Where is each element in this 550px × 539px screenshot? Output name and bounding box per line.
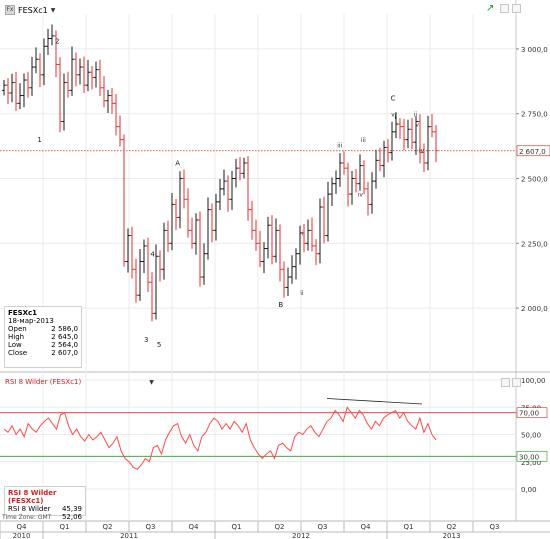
wave-label-minor: ii	[300, 290, 304, 297]
quarter-label: Q1	[60, 523, 70, 531]
timezone-label: Time Zone: GMT	[2, 514, 52, 521]
wave-label: 4	[150, 250, 155, 258]
wave-label: B	[278, 301, 283, 309]
wave-label-minor: iii	[337, 142, 342, 149]
info-row: High 2 645,0	[8, 333, 78, 341]
wave-label: A	[175, 160, 180, 168]
symbol-label: FESXc1	[18, 5, 48, 15]
wave-label: 3	[144, 336, 148, 344]
wave-label-minor: iv	[419, 148, 425, 155]
rsi-info-title: RSI 8 Wilder (FESXc1)	[8, 489, 57, 505]
quarter-label: Q3	[318, 523, 328, 531]
quarter-label: Q1	[404, 523, 414, 531]
wave-label-minor: ii	[414, 111, 418, 118]
chart-canvas[interactable]: 12345ABCiiiiiiivv i iiiiiivv 3 000,02 750,…	[0, 0, 550, 539]
wave-label-minor: v	[415, 122, 419, 129]
price-panel[interactable]	[0, 0, 550, 372]
price-axis-tick-label: 2 500,0	[521, 176, 548, 184]
panel-restore-icon[interactable]	[512, 378, 521, 387]
price-axis-tick-label: 3 000,0	[521, 46, 548, 54]
quarter-label: Q4	[361, 523, 372, 531]
quarter-label: Q2	[447, 523, 457, 531]
price-axis-panel	[516, 0, 550, 372]
rsi-axis-tick-label: 0,00	[521, 486, 537, 494]
chevron-down-icon[interactable]: ▼	[149, 379, 154, 386]
live-update-icon[interactable]: ↗	[486, 3, 494, 14]
chevron-down-icon[interactable]: ▼	[51, 7, 56, 14]
panel-maximize-icon[interactable]	[501, 378, 510, 387]
info-date: 18-мар-2013	[8, 317, 54, 325]
rsi-header[interactable]: RSI 8 Wilder (FESXc1) ▼	[5, 378, 154, 386]
rsi-info-panel: RSI 8 Wilder (FESXc1) RSI 8 Wilder 45,39 …	[4, 486, 86, 521]
rsi-trendline	[326, 398, 423, 405]
quarter-label: Q2	[103, 523, 113, 531]
year-label: 2010	[13, 532, 31, 539]
year-label: 2012	[292, 532, 310, 539]
rsi-header-label: RSI 8 Wilder (FESXc1)	[5, 378, 82, 386]
quarter-label: Q3	[146, 523, 156, 531]
quarter-label: Q3	[490, 523, 500, 531]
quarter-label: Q2	[275, 523, 285, 531]
quarter-label: Q1	[232, 523, 242, 531]
wave-label-minor: iii	[361, 137, 366, 144]
symbol-selector[interactable]: Fx FESXc1 ▼	[5, 4, 55, 16]
wave-label: 1	[37, 136, 41, 144]
price-axis-tick-label: 2 250,0	[521, 240, 548, 248]
year-label: 2011	[120, 532, 138, 539]
wave-label-minor: iv	[358, 192, 364, 199]
ohlc-info-panel: FESXc1 18-мар-2013 Open 2 586,0 High 2 645…	[4, 306, 82, 368]
time-axis: Q4 Q1 Q2 Q3 Q4 Q1 Q2 Q3 Q4 Q1 Q2 Q3 2010 2011 2012 2013	[0, 521, 550, 539]
rsi-info-row: RSI 8 Wilder 45,39	[8, 505, 82, 513]
wave-label: C	[391, 95, 396, 103]
info-row: Low 2 564,0	[8, 341, 78, 349]
price-axis-tick-label: 2 750,0	[521, 111, 548, 119]
rsi-axis-tick-label: 50,00	[521, 432, 541, 440]
panel-close-icon[interactable]	[512, 4, 521, 13]
panel-settings-icon[interactable]	[500, 4, 509, 13]
current-price-label: 2 607,0	[519, 148, 546, 156]
price-axis-tick-label: 2 000,0	[521, 305, 548, 313]
chart-type-icon: Fx	[5, 5, 15, 15]
wave-label: 5	[157, 341, 161, 349]
rsi-series-line	[3, 406, 437, 471]
year-label: 2013	[443, 532, 461, 539]
quarter-label: Q4	[17, 523, 28, 531]
rsi-level-label: 30,00	[519, 453, 539, 461]
info-row: Open 2 586,0	[8, 325, 78, 333]
rsi-axis-tick-label: 100,00	[521, 377, 546, 385]
quarter-label: Q4	[189, 523, 200, 531]
info-row: Close 2 607,0	[8, 349, 78, 357]
info-title: FESXc1	[8, 309, 38, 317]
rsi-level-label: 70,00	[519, 410, 539, 418]
wave-label: 2	[55, 38, 59, 46]
